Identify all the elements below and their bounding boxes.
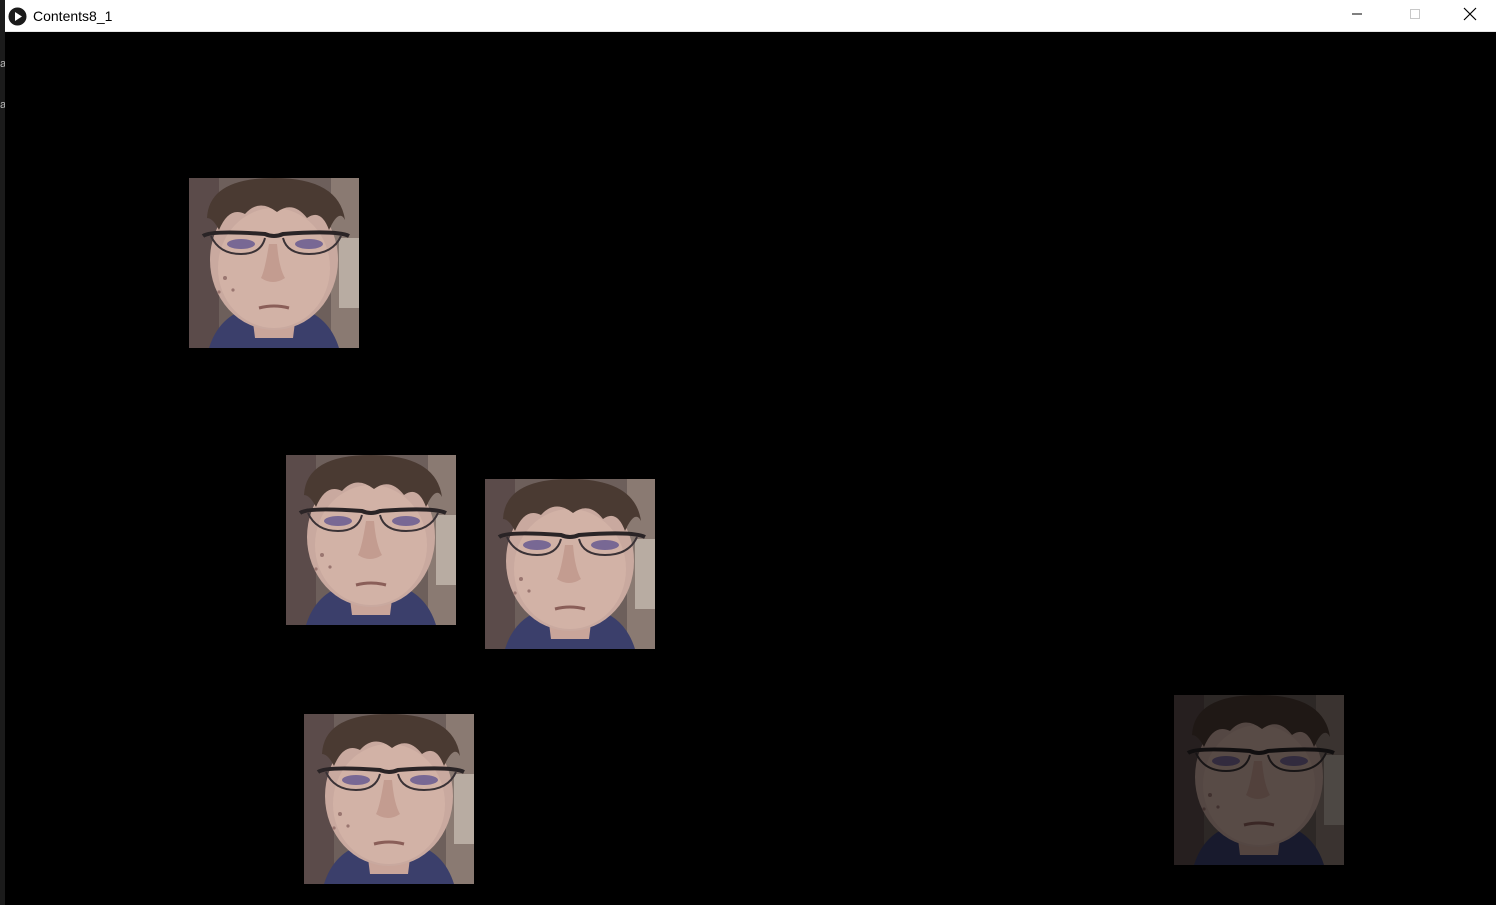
face-tile	[189, 178, 359, 348]
title-bar[interactable]: Contents8_1	[5, 0, 1496, 32]
maximize-button[interactable]	[1386, 0, 1444, 32]
face-tile	[485, 479, 655, 649]
face-tile-dim	[1174, 695, 1344, 865]
maximize-icon	[1409, 7, 1421, 25]
sketch-canvas[interactable]	[5, 33, 1496, 905]
window-title: Contents8_1	[33, 8, 113, 24]
app-window: Contents8_1	[5, 0, 1496, 905]
face-tile	[304, 714, 474, 884]
play-circle-icon	[8, 7, 27, 26]
face-tile	[286, 455, 456, 625]
close-button[interactable]	[1444, 0, 1496, 32]
close-icon	[1463, 7, 1477, 26]
minimize-icon	[1351, 7, 1363, 25]
minimize-button[interactable]	[1328, 0, 1386, 32]
